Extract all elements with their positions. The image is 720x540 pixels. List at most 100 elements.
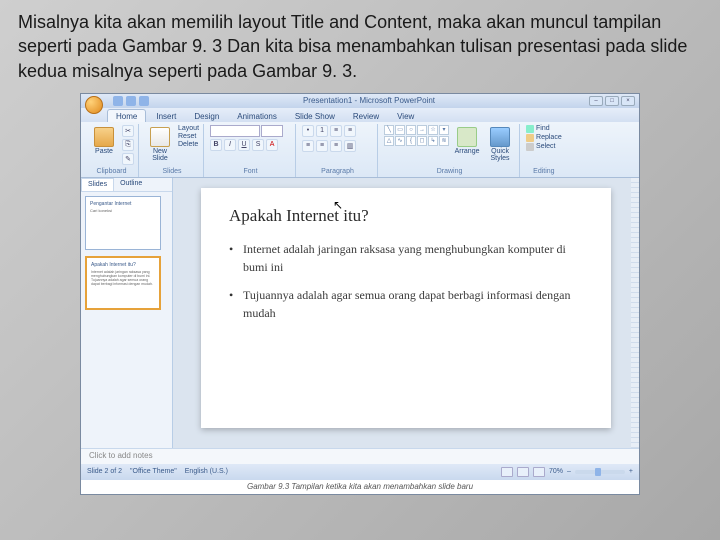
tab-review[interactable]: Review bbox=[345, 110, 387, 122]
layout-button[interactable]: Layout bbox=[178, 125, 199, 132]
notes-pane[interactable]: Click to add notes bbox=[81, 448, 639, 464]
replace-button[interactable]: Replace bbox=[526, 134, 562, 142]
find-label: Find bbox=[536, 125, 550, 132]
undo-icon[interactable] bbox=[126, 96, 136, 106]
status-slide: Slide 2 of 2 bbox=[87, 468, 122, 475]
normal-view-button[interactable] bbox=[501, 467, 513, 477]
shapes-gallery[interactable]: ╲ ▭ ○ → ☆ ▾ △ ∿ { ◻ ↳ ≋ bbox=[384, 125, 449, 146]
paste-button[interactable]: Paste bbox=[89, 125, 119, 155]
slideshow-view-button[interactable] bbox=[533, 467, 545, 477]
vertical-scrollbar[interactable] bbox=[631, 178, 639, 448]
delete-button[interactable]: Delete bbox=[178, 141, 199, 148]
tab-view[interactable]: View bbox=[389, 110, 422, 122]
tab-slideshow[interactable]: Slide Show bbox=[287, 110, 343, 122]
font-size-select[interactable] bbox=[261, 125, 283, 137]
shape-star-icon[interactable]: ☆ bbox=[428, 125, 438, 135]
new-slide-button[interactable]: New Slide bbox=[145, 125, 175, 162]
copy-icon[interactable]: ⎘ bbox=[122, 139, 134, 151]
slide-thumbnail[interactable]: Pengantar Internet Cari koneksi bbox=[85, 196, 161, 250]
save-icon[interactable] bbox=[113, 96, 123, 106]
underline-button[interactable]: U bbox=[238, 139, 250, 151]
arrange-button[interactable]: Arrange bbox=[452, 125, 482, 155]
ribbon: Paste ✂ ⎘ ✎ Clipboard New Slide Layout R… bbox=[81, 122, 639, 178]
italic-button[interactable]: I bbox=[224, 139, 236, 151]
shape-brace-icon[interactable]: { bbox=[406, 136, 416, 146]
select-icon bbox=[526, 143, 534, 151]
zoom-percent[interactable]: 70% bbox=[549, 468, 563, 475]
shape-tri-icon[interactable]: △ bbox=[384, 136, 394, 146]
font-family-select[interactable] bbox=[210, 125, 260, 137]
panel-tab-outline[interactable]: Outline bbox=[114, 178, 148, 191]
group-label: Drawing bbox=[384, 168, 515, 176]
office-button[interactable] bbox=[85, 96, 103, 114]
slide-thumbnail[interactable]: Apakah Internet itu? Internet adalah jar… bbox=[85, 256, 161, 310]
indent-dec-button[interactable]: ≡ bbox=[330, 125, 342, 137]
reset-button[interactable]: Reset bbox=[178, 133, 199, 140]
numbering-button[interactable]: 1 bbox=[316, 125, 328, 137]
quick-styles-button[interactable]: Quick Styles bbox=[485, 125, 515, 162]
workarea: Slides Outline Pengantar Internet Cari k… bbox=[81, 178, 639, 448]
paste-label: Paste bbox=[95, 148, 113, 155]
group-label: Editing bbox=[526, 168, 562, 176]
select-button[interactable]: Select bbox=[526, 143, 562, 151]
panel-tab-slides[interactable]: Slides bbox=[81, 178, 114, 191]
status-theme: "Office Theme" bbox=[130, 468, 177, 475]
redo-icon[interactable] bbox=[139, 96, 149, 106]
shape-scroll-icon[interactable]: ≋ bbox=[439, 136, 449, 146]
powerpoint-window: Presentation1 - Microsoft PowerPoint – □… bbox=[80, 93, 640, 495]
bullet-item[interactable]: Internet adalah jaringan raksasa yang me… bbox=[229, 240, 583, 276]
strike-button[interactable]: S bbox=[252, 139, 264, 151]
bullets-button[interactable]: • bbox=[302, 125, 314, 137]
status-language[interactable]: English (U.S.) bbox=[185, 468, 228, 475]
select-label: Select bbox=[536, 143, 555, 150]
cut-icon[interactable]: ✂ bbox=[122, 125, 134, 137]
group-font: B I U S A Font bbox=[206, 124, 296, 177]
align-center-button[interactable]: ≡ bbox=[316, 140, 328, 152]
zoom-in-button[interactable]: + bbox=[629, 468, 633, 475]
maximize-button[interactable]: □ bbox=[605, 96, 619, 106]
format-painter-icon[interactable]: ✎ bbox=[122, 153, 134, 165]
slide-content[interactable]: Internet adalah jaringan raksasa yang me… bbox=[229, 240, 583, 322]
tab-design[interactable]: Design bbox=[186, 110, 227, 122]
thumb-title: Pengantar Internet bbox=[90, 201, 156, 207]
thumb-body: Cari koneksi bbox=[90, 209, 156, 214]
tab-insert[interactable]: Insert bbox=[148, 110, 184, 122]
columns-button[interactable]: ▥ bbox=[344, 140, 356, 152]
new-slide-label: New Slide bbox=[152, 148, 168, 162]
ribbon-tabs: Home Insert Design Animations Slide Show… bbox=[81, 108, 639, 122]
shape-arrow-icon[interactable]: → bbox=[417, 125, 427, 135]
replace-label: Replace bbox=[536, 134, 562, 141]
arrange-icon bbox=[457, 127, 477, 147]
shape-more-icon[interactable]: ▾ bbox=[439, 125, 449, 135]
shape-line-icon[interactable]: ╲ bbox=[384, 125, 394, 135]
intro-paragraph: Misalnya kita akan memilih layout Title … bbox=[0, 0, 720, 89]
window-title: Presentation1 - Microsoft PowerPoint bbox=[149, 96, 589, 105]
zoom-out-button[interactable]: – bbox=[567, 468, 571, 475]
slide-title[interactable]: Apakah Internet itu? bbox=[229, 206, 583, 226]
shape-rect-icon[interactable]: ▭ bbox=[395, 125, 405, 135]
quick-access-toolbar bbox=[113, 96, 149, 106]
close-button[interactable]: × bbox=[621, 96, 635, 106]
thumb-body: Internet adalah jaringan raksasa yang me… bbox=[91, 270, 155, 287]
group-label: Font bbox=[210, 168, 291, 176]
bullet-item[interactable]: Tujuannya adalah agar semua orang dapat … bbox=[229, 286, 583, 322]
shape-oval-icon[interactable]: ○ bbox=[406, 125, 416, 135]
minimize-button[interactable]: – bbox=[589, 96, 603, 106]
shape-callout-icon[interactable]: ◻ bbox=[417, 136, 427, 146]
shape-connector-icon[interactable]: ↳ bbox=[428, 136, 438, 146]
bold-button[interactable]: B bbox=[210, 139, 222, 151]
sorter-view-button[interactable] bbox=[517, 467, 529, 477]
tab-home[interactable]: Home bbox=[107, 109, 146, 122]
shape-curve-icon[interactable]: ∿ bbox=[395, 136, 405, 146]
find-button[interactable]: Find bbox=[526, 125, 562, 133]
arrange-label: Arrange bbox=[455, 148, 480, 155]
find-icon bbox=[526, 125, 534, 133]
align-right-button[interactable]: ≡ bbox=[330, 140, 342, 152]
slide-canvas[interactable]: Apakah Internet itu? Internet adalah jar… bbox=[201, 188, 611, 428]
indent-inc-button[interactable]: ≡ bbox=[344, 125, 356, 137]
tab-animations[interactable]: Animations bbox=[229, 110, 285, 122]
font-color-button[interactable]: A bbox=[266, 139, 278, 151]
cursor-icon: ↖ bbox=[333, 198, 343, 212]
zoom-slider[interactable] bbox=[575, 470, 625, 474]
align-left-button[interactable]: ≡ bbox=[302, 140, 314, 152]
